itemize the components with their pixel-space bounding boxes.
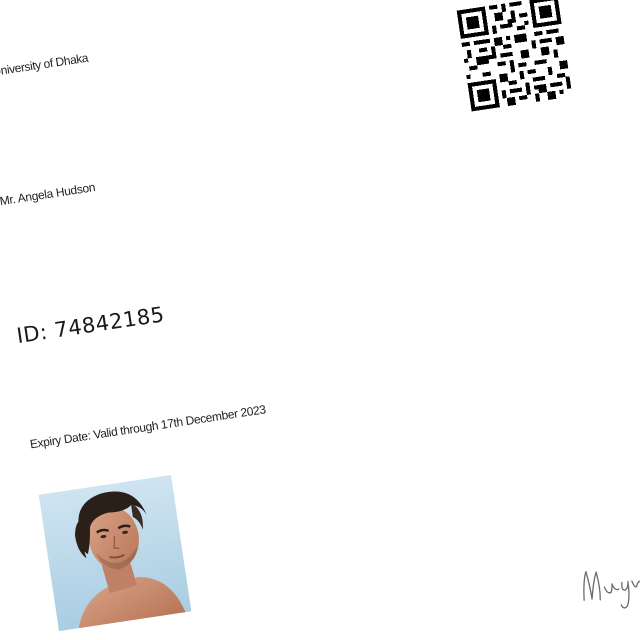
card-content: University of Dhaka Mr. Angela Hudson ID… [0,0,640,633]
institution-name: University of Dhaka [0,50,89,79]
portrait-photo [38,474,192,632]
handwritten-signature [574,532,640,621]
qr-code-icon [456,0,573,112]
holder-name: Mr. Angela Hudson [0,180,97,209]
id-card: University of Dhaka Mr. Angela Hudson ID… [0,0,640,640]
id-number: ID: 74842185 [15,302,167,349]
expiry-date: Expiry Date: Valid through 17th December… [28,402,267,452]
